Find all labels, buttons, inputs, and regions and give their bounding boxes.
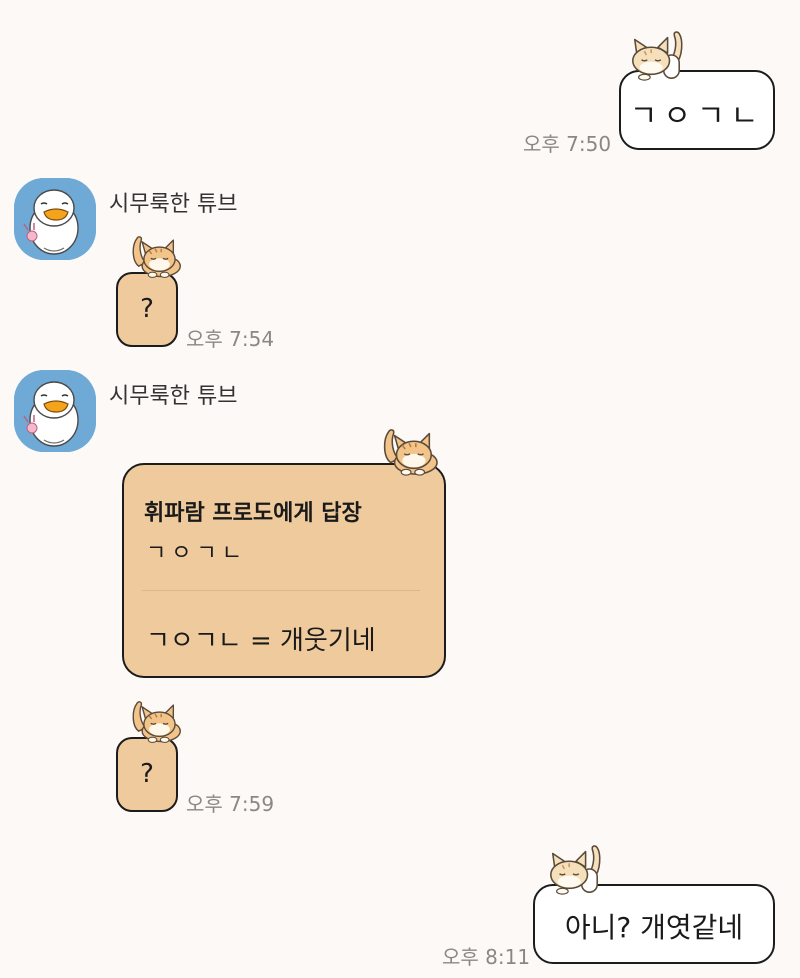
sleeping-cat-icon	[620, 26, 692, 84]
sender-name: 시무룩한 튜브	[109, 192, 238, 217]
sender-name: 시무룩한 튜브	[109, 384, 238, 409]
sleeping-cat-icon	[538, 840, 610, 898]
reply-message-bubble[interactable]: 휘파람 프로도에게 답장 ㄱㅇㄱㄴ ㄱㅇㄱㄴ = 개웃기네	[122, 463, 446, 678]
tube-duck-avatar-icon	[14, 178, 96, 260]
message-time: 오후 8:11	[442, 945, 531, 969]
sender-avatar[interactable]	[14, 178, 96, 260]
message-time: 오후 7:54	[186, 327, 275, 351]
message-time: 오후 7:59	[186, 792, 275, 816]
sleeping-cat-icon	[128, 693, 184, 745]
message-text: ?	[140, 294, 154, 324]
reply-quote: ㄱㅇㄱㄴ	[146, 541, 247, 566]
sender-avatar[interactable]	[14, 370, 96, 452]
message-text: ?	[140, 759, 154, 789]
sleeping-cat-icon	[374, 420, 446, 478]
message-time: 오후 7:50	[523, 132, 612, 156]
reply-divider	[142, 590, 420, 591]
message-text: ㄱㅇㄱㄴ = 개웃기네	[146, 626, 376, 656]
tube-duck-avatar-icon	[14, 370, 96, 452]
message-text: ㄱㅇㄱㄴ	[629, 99, 765, 134]
incoming-message-bubble[interactable]: ?	[116, 272, 178, 347]
message-text: 아니? 개엿같네	[564, 911, 744, 944]
incoming-message-bubble[interactable]: ?	[116, 737, 178, 812]
reply-header: 휘파람 프로도에게 답장	[144, 501, 362, 526]
sleeping-cat-icon	[128, 228, 184, 280]
